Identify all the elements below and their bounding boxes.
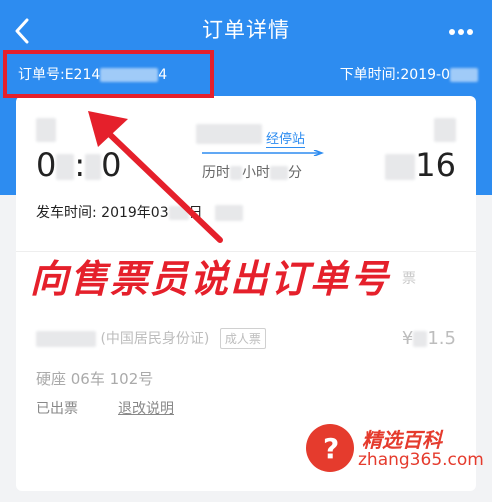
watermark-title: 精选百科 [362,428,442,452]
duration-minutes-unit: 分 [288,165,302,181]
watermark-domain: zhang365.com [358,450,484,470]
order-time-text: 下单时间:2019-0 [339,67,450,83]
annotation-arrow [88,111,223,243]
departure-time-hour-head: 0 [36,146,57,184]
ticket-price: ¥1.5 [402,328,456,349]
arrival-time-redacted [385,154,416,180]
arrival-station-redacted [434,118,456,142]
time-redaction [56,154,75,180]
price-currency: ¥ [401,328,414,349]
page-title: 订单详情 [202,18,290,42]
duration-hours-redacted [230,166,242,180]
watermark: ? 精选百科 zhang365.com [306,420,486,480]
arrival-time-visible: 16 [415,146,456,184]
refund-policy-link[interactable]: 退改说明 [118,398,174,418]
seat-info: 硬座 06车 102号 [36,370,154,388]
departure-station-redacted [36,118,56,142]
order-time: 下单时间:2019-0 [340,64,478,84]
order-time-redaction [450,68,478,82]
passenger-id-type: (中国居民身份证) [100,331,210,347]
ticket-status: 已出票 [36,401,78,417]
faded-ticket-label: 票 [402,271,416,287]
price-redacted [413,331,428,347]
via-stops-link[interactable]: 经停站 [266,128,306,148]
annotation-highlight-box [3,50,214,98]
more-dots-icon[interactable] [448,28,474,36]
arrival-time: 16 [385,146,456,184]
passenger-row: (中国居民身份证) 成人票 [36,328,266,349]
ticket-type-badge: 成人票 [219,328,266,349]
watermark-logo-icon: ? [306,424,354,472]
passenger-name-redacted [36,331,96,347]
annotation-text: 向售票员说出订单号 [30,257,391,301]
duration-hours-unit: 小时 [242,165,270,181]
watermark-logo-glyph: ? [323,432,340,465]
duration-minutes-redacted [270,166,288,180]
price-visible: 1.5 [427,328,456,349]
